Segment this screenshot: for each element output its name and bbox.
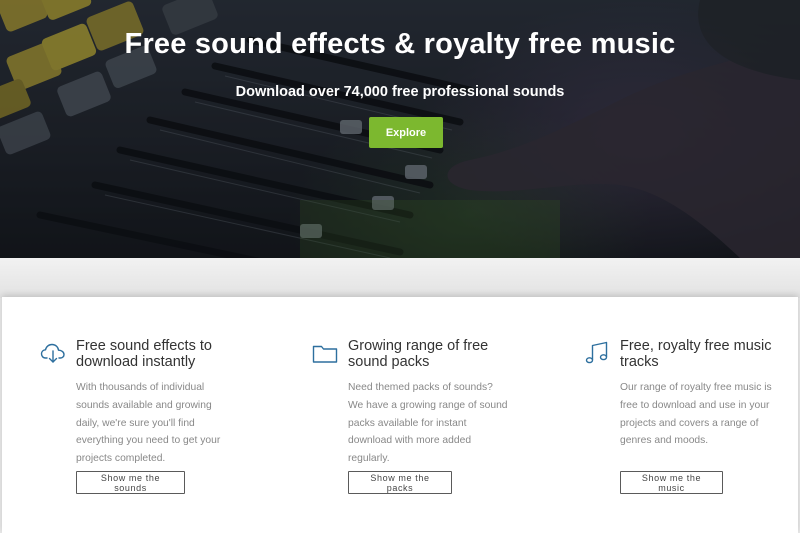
- music-note-icon: [584, 340, 610, 366]
- show-packs-button[interactable]: Show me the packs: [348, 471, 452, 494]
- hero-title: Free sound effects & royalty free music: [124, 28, 676, 60]
- feature-title: Free, royalty free music tracks: [620, 338, 784, 370]
- hero-subtitle: Download over 74,000 free professional s…: [235, 84, 565, 100]
- feature-description: With thousands of individual sounds avai…: [76, 382, 221, 465]
- feature-description: Our range of royalty free music is free …: [620, 382, 772, 447]
- feature-sound-packs: Growing range of free sound packs Need t…: [312, 338, 512, 494]
- feature-sound-effects: Free sound effects to download instantly…: [40, 338, 240, 494]
- feature-description: Need themed packs of sounds? We have a g…: [348, 382, 508, 465]
- show-sounds-button[interactable]: Show me the sounds: [76, 471, 185, 494]
- feature-title: Free sound effects to download instantly: [76, 338, 240, 370]
- show-music-button[interactable]: Show me the music: [620, 471, 723, 494]
- feature-title-line-2: download instantly: [76, 354, 196, 370]
- features-panel: Free sound effects to download instantly…: [2, 297, 798, 533]
- folder-icon: [312, 340, 338, 366]
- feature-title-line-1: Free, royalty free music: [620, 338, 772, 354]
- explore-button[interactable]: Explore: [369, 117, 443, 148]
- feature-title-line-2: sound packs: [348, 354, 430, 370]
- hero-banner: Free sound effects & royalty free music …: [0, 0, 800, 258]
- cloud-download-icon: [40, 340, 66, 366]
- feature-title-line-1: Free sound effects to: [76, 338, 212, 354]
- feature-music: Free, royalty free music tracks Our rang…: [584, 338, 784, 494]
- section-gap: [0, 258, 800, 298]
- feature-title-line-1: Growing range of free: [348, 338, 489, 354]
- feature-title-line-2: tracks: [620, 354, 659, 370]
- feature-title: Growing range of free sound packs: [348, 338, 512, 370]
